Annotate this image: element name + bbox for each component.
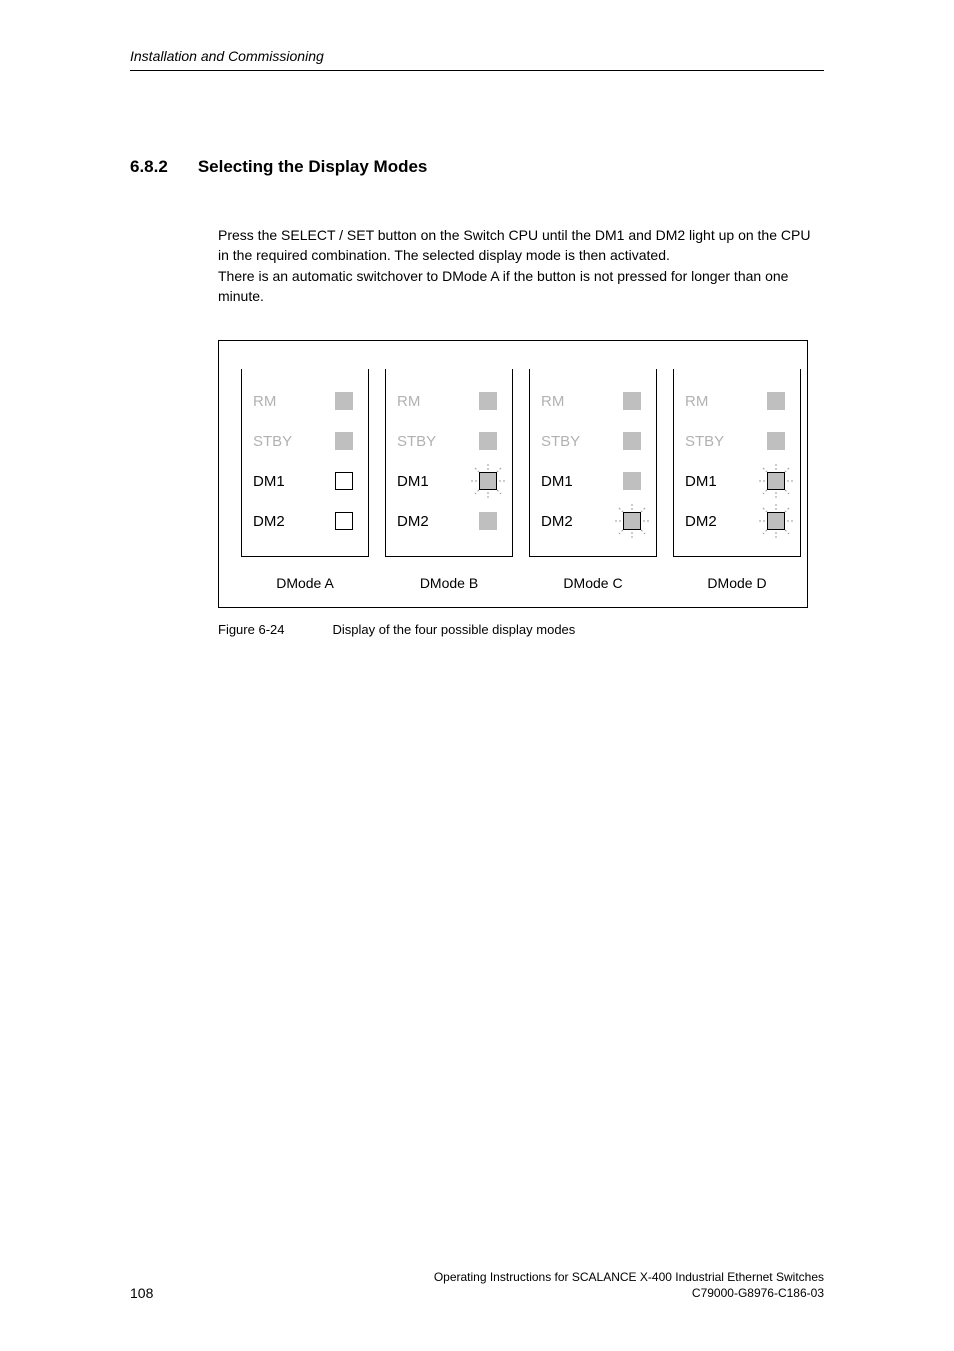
stby-led-icon <box>475 428 501 454</box>
rm-led-icon <box>331 388 357 414</box>
dm1-led-icon <box>763 468 789 494</box>
led-label-dm2: DM2 <box>541 513 573 530</box>
footer-doc-id: C79000-G8976-C186-03 <box>434 1285 824 1301</box>
mode-label: DMode D <box>673 575 801 591</box>
led-label-rm: RM <box>397 393 420 410</box>
led-label-stby: STBY <box>685 433 724 450</box>
stby-led-icon <box>619 428 645 454</box>
paragraph: There is an automatic switchover to DMod… <box>218 266 824 307</box>
figure-caption: Figure 6-24 Display of the four possible… <box>218 622 824 637</box>
stby-led-icon <box>763 428 789 454</box>
led-label-rm: RM <box>253 393 276 410</box>
led-label-stby: STBY <box>397 433 436 450</box>
page-footer: 108 Operating Instructions for SCALANCE … <box>130 1269 824 1301</box>
figure-number: Figure 6-24 <box>218 622 284 637</box>
display-mode-panel: RM STBY DM1 DM2 <box>241 369 369 591</box>
mode-label: DMode B <box>385 575 513 591</box>
section-heading: 6.8.2 Selecting the Display Modes <box>130 157 824 177</box>
mode-label: DMode A <box>241 575 369 591</box>
dm1-led-icon <box>331 468 357 494</box>
led-label-dm1: DM1 <box>685 473 717 490</box>
led-label-rm: RM <box>685 393 708 410</box>
display-mode-panel: RM STBY DM1 <box>385 369 513 591</box>
led-label-dm1: DM1 <box>253 473 285 490</box>
page-number: 108 <box>130 1285 153 1301</box>
paragraph: Press the SELECT / SET button on the Swi… <box>218 225 824 266</box>
section-title: Selecting the Display Modes <box>198 157 428 177</box>
dm2-led-icon <box>763 508 789 534</box>
dm1-led-icon <box>619 468 645 494</box>
led-label-rm: RM <box>541 393 564 410</box>
led-label-dm1: DM1 <box>397 473 429 490</box>
mode-label: DMode C <box>529 575 657 591</box>
figure-caption-text: Display of the four possible display mod… <box>332 622 575 637</box>
footer-doc-title: Operating Instructions for SCALANCE X-40… <box>434 1269 824 1285</box>
running-header: Installation and Commissioning <box>130 48 824 71</box>
led-label-stby: STBY <box>541 433 580 450</box>
led-label-dm2: DM2 <box>685 513 717 530</box>
rm-led-icon <box>619 388 645 414</box>
body-text: Press the SELECT / SET button on the Swi… <box>218 225 824 306</box>
led-label-dm2: DM2 <box>253 513 285 530</box>
dm2-led-icon <box>475 508 501 534</box>
led-label-stby: STBY <box>253 433 292 450</box>
led-label-dm1: DM1 <box>541 473 573 490</box>
rm-led-icon <box>763 388 789 414</box>
dm2-led-icon <box>331 508 357 534</box>
display-mode-panel: RM STBY DM1 <box>673 369 801 591</box>
dm1-led-icon <box>475 468 501 494</box>
led-label-dm2: DM2 <box>397 513 429 530</box>
stby-led-icon <box>331 428 357 454</box>
figure-box: RM STBY DM1 DM2 <box>218 340 808 608</box>
rm-led-icon <box>475 388 501 414</box>
display-mode-panel: RM STBY DM1 DM2 <box>529 369 657 591</box>
section-number: 6.8.2 <box>130 157 168 177</box>
dm2-led-icon <box>619 508 645 534</box>
